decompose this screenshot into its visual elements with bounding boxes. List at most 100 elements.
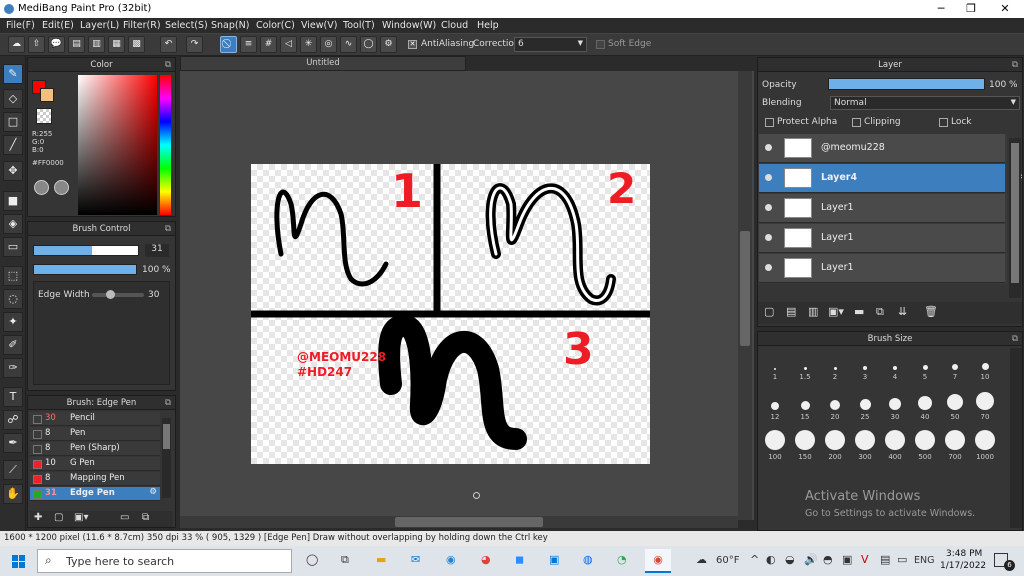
clipping-checkbox[interactable] [852, 118, 861, 127]
zoom-icon[interactable]: ◼ [515, 553, 524, 566]
edge-width-slider[interactable] [92, 290, 144, 299]
lasso-tool-icon[interactable]: ◌ [3, 289, 23, 309]
menu-file[interactable]: File(F) [6, 20, 35, 31]
grid-icon[interactable]: ▦ [108, 36, 125, 53]
menu-cloud[interactable]: Cloud [441, 20, 468, 31]
delete-layer-icon[interactable]: 🗑 [924, 305, 938, 318]
menu-color[interactable]: Color(C) [256, 20, 295, 31]
brush-size-preset[interactable]: 1 [760, 350, 790, 381]
add-halftone-layer-icon[interactable]: ▤ [786, 305, 796, 318]
popout-icon[interactable]: ⧉ [1012, 58, 1018, 72]
menu-help[interactable]: Help [477, 20, 499, 31]
brush-size-preset[interactable]: 50 [940, 390, 970, 421]
hue-slider[interactable] [160, 75, 171, 215]
layer-row-meomu228[interactable]: @meomu228 [759, 134, 1005, 163]
brush-size-preset[interactable]: 70 [970, 390, 1000, 421]
task-view-icon[interactable]: ⧉ [341, 553, 349, 567]
visibility-icon[interactable] [765, 174, 772, 181]
merge-layer-icon[interactable]: ⇊ [898, 305, 907, 318]
brush-item-g-pen[interactable]: 10 G Pen [30, 457, 160, 471]
brush-item-pencil[interactable]: 30 Pencil [30, 412, 160, 426]
layer-menu-icon[interactable]: ▣▾ [828, 305, 844, 318]
select-pen-tool-icon[interactable]: ✐ [3, 335, 23, 355]
file-explorer-icon[interactable]: ▬ [376, 553, 386, 566]
brush-list-scrollbar[interactable] [162, 418, 171, 498]
operation-tool-icon[interactable]: ☍ [3, 410, 23, 430]
menu-layer[interactable]: Layer(L) [80, 20, 119, 31]
brush-size-preset[interactable]: 1000 [970, 430, 1000, 461]
brush-tool-icon[interactable]: ✎ [3, 64, 23, 84]
brush-size-preset[interactable]: 5 [910, 350, 940, 381]
snap-cross-icon[interactable]: # [260, 36, 277, 53]
snap-parallel-icon[interactable]: ≡ [240, 36, 257, 53]
maximize-button[interactable]: ❐ [956, 0, 986, 18]
layer-row-layer4[interactable]: Layer4⚙ [759, 164, 1023, 193]
gear-icon[interactable]: ⚙ [149, 487, 157, 497]
select-tool-icon[interactable]: ⬚ [3, 266, 23, 286]
popout-icon[interactable]: ⧉ [165, 396, 171, 410]
undo-icon[interactable]: ↶ [160, 36, 177, 53]
menu-edit[interactable]: Edit(E) [42, 20, 74, 31]
layer-row-layer1[interactable]: Layer1 [759, 254, 1005, 283]
taskbar-search-box[interactable]: ⌕ Type here to search [37, 549, 292, 573]
network-icon[interactable]: ▤ [880, 553, 890, 566]
brush-size-slider[interactable] [33, 245, 139, 256]
brush-size-preset[interactable]: 30 [880, 390, 910, 421]
visibility-icon[interactable] [765, 144, 772, 151]
brush-size-preset[interactable]: 500 [910, 430, 940, 461]
popout-icon[interactable]: ⧉ [165, 222, 171, 236]
duplicate-layer-icon[interactable]: ⧉ [876, 305, 884, 319]
lock-checkbox[interactable] [939, 118, 948, 127]
close-button[interactable]: ✕ [990, 0, 1020, 18]
menu-window[interactable]: Window(W) [382, 20, 436, 31]
layer-row-layer1[interactable]: Layer1 [759, 194, 1005, 223]
popout-icon[interactable]: ⧉ [1012, 332, 1018, 346]
rectangle-tool-icon[interactable]: □ [3, 112, 23, 132]
copy-icon[interactable]: ⧉ [142, 512, 149, 523]
snap-ellipse-icon[interactable]: ◯ [360, 36, 377, 53]
menu-filter[interactable]: Filter(R) [123, 20, 161, 31]
folder-icon[interactable]: ▬ [854, 305, 864, 318]
antialiasing-checkbox[interactable]: ✕ [408, 40, 417, 49]
visibility-icon[interactable] [765, 234, 772, 241]
brush-size-preset[interactable]: 100 [760, 430, 790, 461]
medibang-taskbar-icon[interactable]: ◉ [645, 549, 671, 573]
add-layer-icon[interactable]: ▢ [764, 305, 774, 318]
protect-alpha-checkbox[interactable] [765, 118, 774, 127]
blending-select[interactable]: Normal ▼ [830, 96, 1020, 110]
add-brush-icon[interactable]: ✚ [34, 512, 42, 523]
chrome-icon[interactable]: ◕ [481, 553, 491, 566]
canvas-horizontal-scrollbar[interactable] [180, 516, 738, 528]
clock-date[interactable]: 1/17/2022 [940, 561, 986, 571]
brush-size-preset[interactable]: 7 [940, 350, 970, 381]
menu-select[interactable]: Select(S) [165, 20, 208, 31]
share-icon[interactable]: ⇧ [28, 36, 45, 53]
brush-item-pen[interactable]: 8 Pen [30, 427, 160, 441]
tray-icon-2[interactable]: ◒ [785, 553, 795, 566]
bucket-tool-icon[interactable]: ◈ [3, 214, 23, 234]
brush-size-preset[interactable]: 4 [880, 350, 910, 381]
snap-off-icon[interactable]: ⃠ [220, 36, 237, 53]
edge-icon[interactable]: ◉ [446, 553, 456, 566]
minimize-button[interactable]: ─ [926, 0, 956, 18]
brush-item-mapping-pen[interactable]: 8 Mapping Pen [30, 472, 160, 486]
fill-rect-tool-icon[interactable]: ■ [3, 191, 23, 211]
select-eraser-tool-icon[interactable]: ✑ [3, 358, 23, 378]
canvas-vertical-scrollbar[interactable] [738, 71, 752, 520]
eyedropper-tool-icon[interactable]: ✒ [3, 433, 23, 453]
snap-settings-icon[interactable]: ⚙ [380, 36, 397, 53]
edge-width-handle[interactable] [106, 290, 115, 299]
snap-radial-icon[interactable]: ✳ [300, 36, 317, 53]
secondary-color-swatch[interactable] [40, 88, 54, 102]
document-tab[interactable]: Untitled [180, 56, 466, 71]
language-indicator[interactable]: ENG [914, 555, 934, 566]
popout-icon[interactable]: ⧉ [165, 58, 171, 72]
folder-icon[interactable]: ▭ [120, 512, 129, 523]
document-icon[interactable]: ▥ [88, 36, 105, 53]
visibility-icon[interactable] [765, 264, 772, 271]
brush-opacity-slider[interactable] [33, 264, 137, 275]
brush-item-pen-sharp[interactable]: 8 Pen (Sharp) [30, 442, 160, 456]
menu-view[interactable]: View(V) [301, 20, 337, 31]
battery-icon[interactable]: ▭ [897, 553, 907, 566]
snap-vanish-icon[interactable]: ◁ [280, 36, 297, 53]
